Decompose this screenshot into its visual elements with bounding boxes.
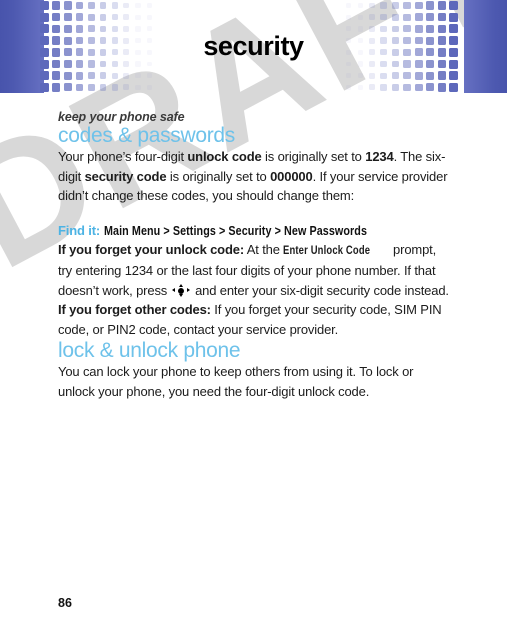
navigation-key-icon xyxy=(172,284,191,298)
forget-other-lead: If you forget other codes: xyxy=(58,302,211,318)
section-heading-codes-passwords: codes & passwords xyxy=(58,124,235,147)
paragraph-lock-unlock: You can lock your phone to keep others f… xyxy=(58,364,414,399)
intro-text-2: is originally set to xyxy=(261,149,366,165)
page-subtitle: keep your phone safe xyxy=(58,110,185,124)
paragraph-default-codes: Your phone’s four-digit unlock code is o… xyxy=(58,147,450,206)
ui-label-enter-unlock-code: Enter Unlock Code xyxy=(283,244,371,257)
forget-unlock-text-1: At the xyxy=(244,241,284,257)
find-it-menu-path: Main Menu > Settings > Security > New Pa… xyxy=(103,223,367,238)
paragraph-forget-other-codes: If you forget other codes: If you forget… xyxy=(58,300,450,339)
page-title: security xyxy=(203,31,304,61)
intro-text-1: Your phone’s four-digit xyxy=(58,149,188,165)
intro-text-4: is originally set to xyxy=(166,168,271,184)
page-content: keep your phone safe codes & passwords Y… xyxy=(58,93,450,401)
intro-bold-unlock-code: unlock code xyxy=(187,149,262,165)
find-it-line: Find it: Main Menu > Settings > Security… xyxy=(58,222,450,240)
intro-bold-000000: 000000 xyxy=(270,168,313,184)
intro-bold-1234: 1234 xyxy=(365,149,394,165)
section-heading-lock-unlock-phone: lock & unlock phone xyxy=(58,339,241,363)
intro-bold-security-code: security code xyxy=(84,168,167,184)
find-it-label: Find it: xyxy=(58,222,101,238)
page-number: 86 xyxy=(58,596,72,610)
forget-unlock-lead: If you forget your unlock code: xyxy=(58,241,245,257)
forget-unlock-text-3: and enter your six-digit security code i… xyxy=(191,282,449,298)
paragraph-forget-unlock-code: If you forget your unlock code: At the E… xyxy=(58,240,450,301)
